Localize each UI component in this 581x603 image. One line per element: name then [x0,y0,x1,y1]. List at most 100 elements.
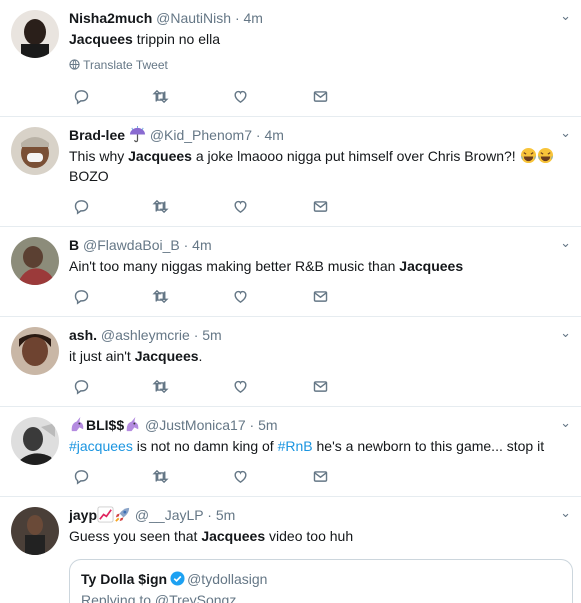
reply-icon[interactable] [71,466,91,486]
timestamp[interactable]: 4m [264,127,283,143]
tweet-text: This why Jacquees a joke lmaooo nigga pu… [69,146,564,186]
avatar[interactable] [11,507,59,555]
tweet-actions [69,86,349,106]
text-segment: is not no damn king of [132,438,278,454]
text-segment: trippin no ella [132,31,220,47]
direct-message-icon[interactable] [310,196,330,216]
laughing-emoji-icon [537,147,554,164]
tweet[interactable]: Nisha2much @NautiNish · 4m ⌄ Jacquees tr… [0,0,581,117]
timestamp[interactable]: 5m [202,327,221,343]
retweet-icon[interactable] [150,286,170,306]
avatar[interactable] [11,417,59,465]
direct-message-icon[interactable] [310,376,330,396]
chevron-down-icon[interactable]: ⌄ [560,505,571,521]
display-name[interactable]: jayp [69,507,97,523]
separator-dot: · [255,127,261,143]
retweet-icon[interactable] [150,196,170,216]
tweet-header: jayp @__JayLP · 5m [69,506,235,524]
separator-dot: · [207,507,212,523]
tweet[interactable]: B @FlawdaBoi_B · 4m ⌄ Ain't too many nig… [0,227,581,317]
text-segment: Ain't too many niggas making better R&B … [69,258,400,274]
retweet-icon[interactable] [150,86,170,106]
tweet-actions [69,196,349,216]
display-name[interactable]: Nisha2much [69,10,152,26]
reply-icon[interactable] [71,86,91,106]
unicorn-emoji-icon [124,416,141,433]
display-name[interactable]: B [69,237,79,253]
direct-message-icon[interactable] [310,86,330,106]
tweet-feed: Nisha2much @NautiNish · 4m ⌄ Jacquees tr… [0,0,581,603]
tweet[interactable]: BLI$$ @JustMonica17 · 5m ⌄ #jacquees is … [0,407,581,497]
tweet-actions [69,376,349,396]
retweet-icon[interactable] [150,376,170,396]
tweet[interactable]: Brad-lee @Kid_Phenom7 · 4m ⌄ This why Ja… [0,117,581,227]
unicorn-emoji-icon [69,416,86,433]
tweet-text: Guess you seen that Jacquees video too h… [69,526,564,546]
rocket-emoji-icon [114,507,131,523]
tweet[interactable]: ash. @ashleymcrie · 5m ⌄ it just ain't J… [0,317,581,407]
timestamp[interactable]: 5m [216,507,235,523]
translate-link[interactable]: Translate Tweet [69,57,168,73]
retweet-icon[interactable] [150,466,170,486]
heart-icon[interactable] [230,376,250,396]
timestamp[interactable]: 4m [244,10,263,26]
tweet[interactable]: jayp @__JayLP · 5m ⌄ Guess you seen that… [0,497,581,603]
keyword: Jacquees [399,258,464,274]
text-segment: he's a newborn to this game... stop it [312,438,545,454]
hashtag-link[interactable]: #jacquees [69,438,133,454]
avatar[interactable] [11,127,59,175]
replying-to-text: Replying to @TreySongz [81,592,237,603]
timestamp[interactable]: 4m [192,237,211,253]
separator-dot: · [234,10,240,26]
keyword: Jacquees [201,528,266,544]
heart-icon[interactable] [230,286,250,306]
avatar[interactable] [11,10,59,58]
direct-message-icon[interactable] [310,286,330,306]
keyword: Jacquees [134,348,199,364]
heart-icon[interactable] [230,196,250,216]
tweet-text: it just ain't Jacquees. [69,346,564,366]
tweet-header: Nisha2much @NautiNish · 4m [69,9,263,27]
chevron-down-icon[interactable]: ⌄ [560,325,571,341]
tweet-actions [69,466,349,486]
user-handle[interactable]: @ashleymcrie [101,327,190,343]
globe-icon [69,58,80,72]
hashtag-link[interactable]: #RnB [278,438,313,454]
avatar[interactable] [11,237,59,285]
text-segment: . [198,348,203,364]
tweet-text: #jacquees is not no damn king of #RnB he… [69,436,564,456]
user-handle[interactable]: @Kid_Phenom7 [150,127,252,143]
chevron-down-icon[interactable]: ⌄ [560,125,571,141]
separator-dot: · [193,327,199,343]
heart-icon[interactable] [230,86,250,106]
umbrella-emoji-icon [129,126,146,143]
user-handle[interactable]: @__JayLP [135,507,203,523]
chevron-down-icon[interactable]: ⌄ [560,8,571,24]
reply-icon[interactable] [71,376,91,396]
translate-label: Translate Tweet [83,58,168,72]
timestamp[interactable]: 5m [258,417,277,433]
tweet-header: B @FlawdaBoi_B · 4m [69,236,212,254]
chevron-down-icon[interactable]: ⌄ [560,235,571,251]
keyword: Jacquees [69,31,133,47]
text-segment: Guess you seen that [69,528,202,544]
text-segment: it just ain't [69,348,135,364]
text-segment: video too huh [265,528,354,544]
reply-icon[interactable] [71,196,91,216]
separator-dot: · [249,417,255,433]
quoted-tweet[interactable]: Ty Dolla $ign @tydollasign Replying to @T… [69,559,573,603]
reply-icon[interactable] [71,286,91,306]
user-handle[interactable]: @FlawdaBoi_B [83,237,180,253]
user-handle[interactable]: @JustMonica17 [145,417,246,433]
user-handle[interactable]: @NautiNish [156,10,231,26]
avatar[interactable] [11,327,59,375]
display-name[interactable]: ash. [69,327,97,343]
keyword: Jacquees [128,148,192,164]
chevron-down-icon[interactable]: ⌄ [560,415,571,431]
text-segment: BOZO [69,168,109,184]
display-name[interactable]: Brad-lee [69,127,125,143]
heart-icon[interactable] [230,466,250,486]
display-name[interactable]: BLI$$ [86,417,124,433]
direct-message-icon[interactable] [310,466,330,486]
text-segment: a joke lmaooo nigga put himself over Chr… [191,148,516,164]
